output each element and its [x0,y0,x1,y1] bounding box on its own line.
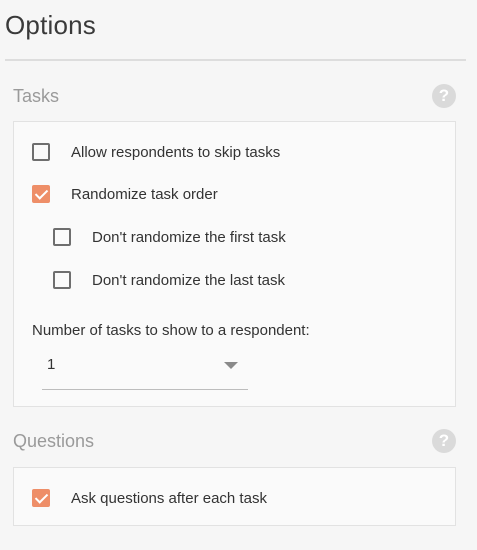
randomize-task-order-label: Randomize task order [71,185,218,203]
tasks-section-title: Tasks [13,86,60,106]
dont-randomize-last-checkbox[interactable] [53,271,71,289]
tasks-count-value: 1 [47,356,56,373]
randomize-task-order-checkbox[interactable] [32,185,50,203]
tasks-section-header: Tasks ? [13,84,457,110]
questions-help-icon[interactable]: ? [432,429,456,453]
dont-randomize-first-label: Don't randomize the first task [92,228,286,246]
dont-randomize-last-label: Don't randomize the last task [92,271,285,289]
dont-randomize-first-option[interactable]: Don't randomize the first task [53,225,286,249]
allow-skip-tasks-option[interactable]: Allow respondents to skip tasks [32,140,280,164]
tasks-help-icon[interactable]: ? [432,84,456,108]
randomize-task-order-option[interactable]: Randomize task order [32,182,218,206]
dropdown-arrow-icon [224,362,238,369]
ask-questions-after-task-checkbox[interactable] [32,489,50,507]
title-divider [5,59,466,61]
questions-section-title: Questions [13,431,95,451]
panel-title: Options [5,10,97,40]
allow-skip-tasks-checkbox[interactable] [32,143,50,161]
allow-skip-tasks-label: Allow respondents to skip tasks [71,143,281,161]
tasks-count-label: Number of tasks to show to a respondent: [32,322,310,339]
dont-randomize-first-checkbox[interactable] [53,228,71,246]
tasks-card: Allow respondents to skip tasks Randomiz… [13,121,456,407]
questions-section-header: Questions ? [13,429,457,455]
dont-randomize-last-option[interactable]: Don't randomize the last task [53,268,285,292]
questions-card: Ask questions after each task [13,467,456,526]
ask-questions-after-task-label: Ask questions after each task [71,489,267,507]
ask-questions-after-task-option[interactable]: Ask questions after each task [32,486,267,510]
tasks-count-select[interactable]: 1 [42,348,248,390]
